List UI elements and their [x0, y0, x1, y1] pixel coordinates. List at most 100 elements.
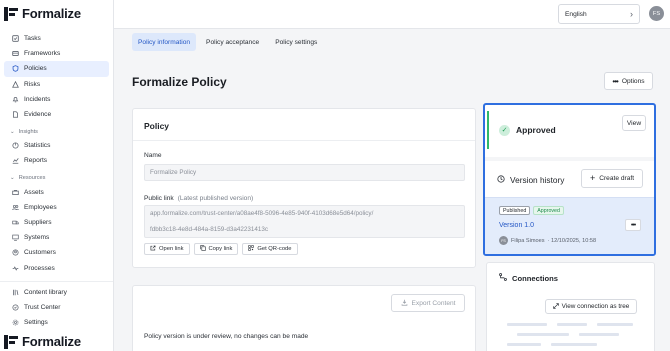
status-panel: ✓ Approved View Version history + Create… [483, 103, 656, 256]
sidebar-item-label: Suppliers [24, 218, 52, 226]
sidebar-item-customers[interactable]: Customers [4, 245, 109, 260]
export-card: Export Content Policy version is under r… [132, 285, 476, 351]
sidebar-item-label: Reports [24, 157, 48, 165]
report-icon [12, 157, 19, 165]
sidebar-item-tasks[interactable]: Tasks [4, 31, 109, 46]
resources-section-toggle[interactable]: ⌄ Resources [0, 172, 113, 185]
sidebar-item-statistics[interactable]: Statistics [4, 138, 109, 153]
sidebar-item-label: Processes [24, 264, 55, 272]
clock-icon [497, 175, 505, 185]
chevron-down-icon: ⌄ [10, 128, 15, 135]
sidebar-item-policies[interactable]: Policies [4, 61, 109, 77]
sidebar-item-employees[interactable]: Employees [4, 200, 109, 215]
sidebar-item-label: Employees [24, 203, 57, 211]
name-field[interactable]: Formalize Policy [144, 164, 465, 181]
sidebar-item-label: Risks [24, 80, 41, 88]
language-select[interactable]: English › [558, 4, 640, 24]
sidebar-item-label: Incidents [24, 95, 51, 103]
sidebar-item-label: Content library [24, 288, 67, 296]
sidebar-item-evidence[interactable]: Evidence [4, 107, 109, 122]
sidebar-item-assets[interactable]: Assets [4, 185, 109, 200]
chevron-down-icon: ⌄ [10, 175, 15, 181]
copy-link-button[interactable]: Copy link [193, 243, 239, 255]
published-badge: Published [499, 206, 531, 215]
chevron-right-icon: › [630, 9, 633, 19]
task-icon [12, 35, 19, 42]
export-content-button[interactable]: Export Content [391, 294, 465, 312]
tab-policy-information[interactable]: Policy information [132, 33, 197, 51]
options-button[interactable]: ••• Options [604, 72, 653, 90]
version-item[interactable]: Published Approved Version 1.0 FS Filipa… [485, 197, 654, 254]
language-value: English [565, 10, 587, 18]
sidebar-item-processes[interactable]: Processes [4, 260, 109, 275]
brand-name: Formalize [22, 334, 81, 349]
public-link-line: app.formalize.com/trust-center/a08ae4f8-… [150, 210, 374, 218]
name-label: Name [144, 152, 162, 159]
external-link-icon [150, 245, 156, 253]
sidebar-item-label: Trust Center [24, 303, 61, 311]
plus-icon: + [589, 173, 596, 183]
public-link-line: fdbb3c18-4e8d-484a-8159-d3a42231413c [150, 225, 268, 233]
sidebar-item-reports[interactable]: Reports [4, 153, 109, 168]
asset-icon [12, 189, 19, 196]
sidebar-nav: Tasks Frameworks Policies Risks Incident… [0, 31, 113, 330]
gear-icon [12, 319, 19, 326]
open-link-button[interactable]: Open link [144, 243, 190, 255]
view-connection-tree-button[interactable]: View connection as tree [545, 299, 637, 314]
public-link-field[interactable]: app.formalize.com/trust-center/a08ae4f8-… [144, 205, 465, 238]
formalize-logo-icon [4, 6, 18, 21]
sidebar-item-frameworks[interactable]: Frameworks [4, 46, 109, 61]
check-circle-icon: ✓ [499, 124, 510, 136]
public-link-label: Public link (Latest published version) [144, 195, 254, 202]
expand-icon [552, 302, 559, 311]
review-notice: Policy version is under review, no chang… [144, 333, 309, 340]
policy-tabs: Policy information Policy acceptance Pol… [132, 33, 323, 51]
policy-card-title: Policy [144, 121, 170, 131]
sidebar-item-trust-center[interactable]: Trust Center [4, 300, 109, 315]
brand-name: Formalize [22, 6, 81, 21]
sidebar-item-label: Frameworks [24, 50, 61, 58]
connections-card: Connections View connection as tree [486, 262, 655, 351]
more-horizontal-icon: ••• [630, 221, 636, 229]
page-title: Formalize Policy [132, 75, 227, 89]
version-menu-button[interactable]: ••• [625, 219, 641, 231]
tab-policy-settings[interactable]: Policy settings [269, 33, 323, 51]
formalize-logo-icon [4, 334, 18, 349]
sidebar-item-incidents[interactable]: Incidents [4, 92, 109, 107]
truck-icon [12, 219, 19, 226]
sidebar-item-label: Systems [24, 234, 50, 242]
sidebar-item-systems[interactable]: Systems [4, 230, 109, 245]
trust-icon [12, 304, 19, 311]
qr-code-button[interactable]: Get QR-code [242, 243, 298, 255]
qr-code-icon [248, 245, 255, 253]
top-bar: English › FS [114, 0, 670, 29]
insights-section-toggle[interactable]: ⌄ Insights [0, 125, 113, 138]
connections-title: Connections [499, 273, 558, 283]
sidebar-item-suppliers[interactable]: Suppliers [4, 215, 109, 230]
brand-logo-footer: Formalize [4, 334, 81, 349]
sidebar-item-risks[interactable]: Risks [4, 77, 109, 92]
policy-card: Policy Name Formalize Policy Public link… [132, 108, 476, 268]
chart-icon [12, 142, 19, 149]
sidebar-item-content-library[interactable]: Content library [4, 285, 109, 300]
create-draft-button[interactable]: + Create draft [581, 169, 643, 188]
author-name: Filipa Simoes [511, 237, 545, 244]
version-meta: FS Filipa Simoes · 12/10/2025, 10:58 [499, 236, 596, 245]
brand-logo[interactable]: Formalize [4, 6, 81, 21]
approved-badge: Approved [533, 206, 564, 215]
shield-icon [12, 65, 19, 73]
sidebar: Formalize Tasks Frameworks Policies Risk… [0, 0, 114, 351]
connections-icon [499, 273, 507, 283]
tab-policy-acceptance[interactable]: Policy acceptance [200, 33, 265, 51]
sidebar-divider [0, 280, 113, 282]
panel-separator [485, 157, 654, 161]
sidebar-item-label: Settings [24, 319, 48, 327]
version-history-title: Version history [497, 175, 564, 185]
version-name-link[interactable]: Version 1.0 [499, 222, 534, 229]
user-avatar[interactable]: FS [649, 6, 664, 21]
sidebar-item-settings[interactable]: Settings [4, 315, 109, 330]
version-date: · 12/10/2025, 10:58 [547, 237, 597, 244]
view-approval-button[interactable]: View [622, 115, 646, 131]
sidebar-item-label: Tasks [24, 35, 41, 43]
library-icon [12, 289, 19, 296]
